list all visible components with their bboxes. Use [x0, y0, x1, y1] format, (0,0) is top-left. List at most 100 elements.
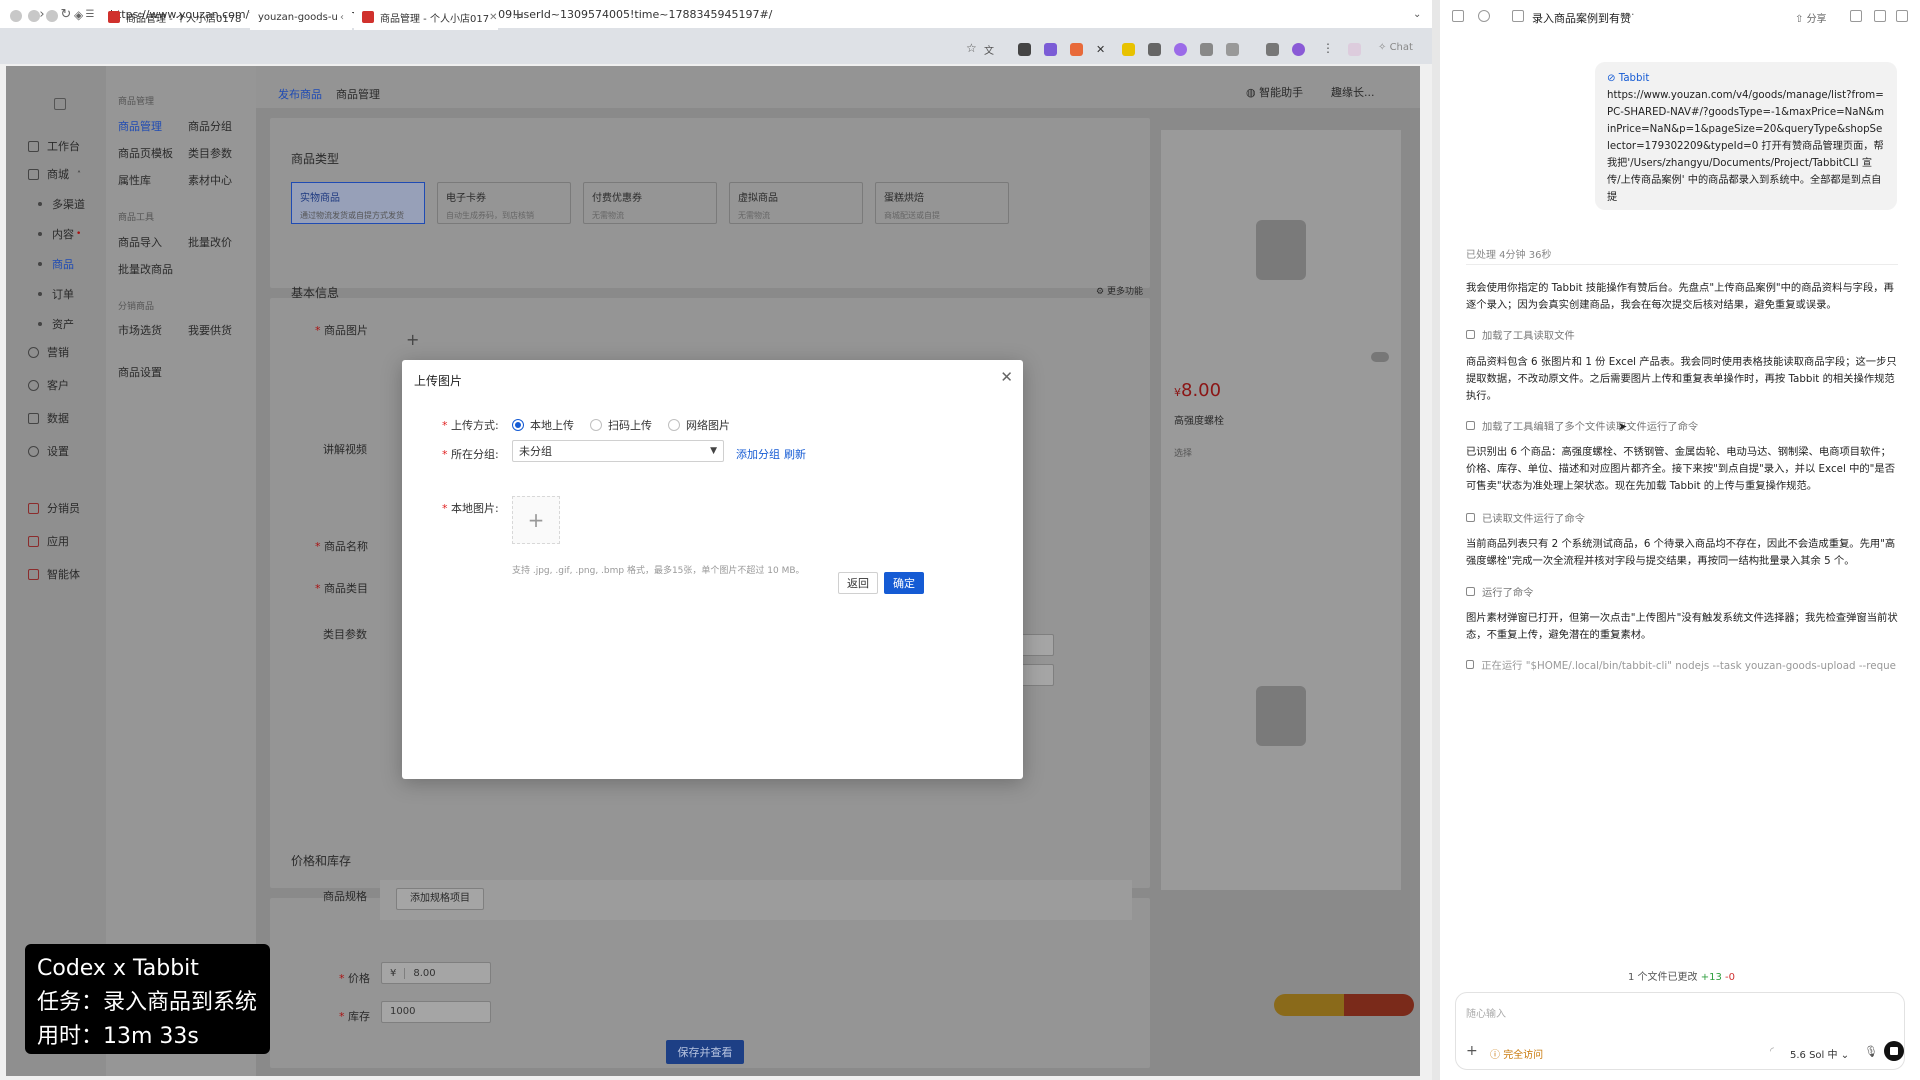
close-tab-icon[interactable]: ✕ [489, 12, 497, 23]
sidebar-item-channels[interactable]: 多渠道 [38, 196, 85, 212]
menu-page-templates[interactable]: 商品页模板 [118, 145, 173, 161]
sidebar-toggle-icon[interactable] [1452, 10, 1464, 22]
attach-plus-icon[interactable]: + [1466, 1043, 1478, 1059]
sidebar-item-apps[interactable]: 应用 [28, 533, 69, 549]
new-chat-icon[interactable] [1478, 10, 1490, 22]
new-tab-icon[interactable]: + [512, 7, 524, 23]
tab-publish-goods[interactable]: 发布商品 [278, 86, 322, 102]
menu-import[interactable]: 商品导入 [118, 234, 162, 250]
zoom-window-button[interactable] [46, 10, 58, 22]
preview-toggle[interactable] [1371, 352, 1389, 362]
tab-search-chevron-icon[interactable]: ⌄ [1413, 9, 1421, 20]
menu-more-icon[interactable]: ⋮ [1322, 41, 1334, 55]
field-label-category: 商品类目 [315, 580, 368, 596]
sidebar-item-settings[interactable]: 设置 [28, 443, 69, 459]
radio-local-upload[interactable]: 本地上传 [512, 417, 574, 433]
chat-button[interactable]: ✧ Chat [1378, 42, 1413, 53]
add-spec-button[interactable]: 添加规格项目 [396, 888, 484, 910]
sidebar-item-goods[interactable]: 商品 [38, 256, 74, 272]
price-input[interactable]: ¥ 8.00 [381, 962, 491, 984]
sidebar-item-content[interactable]: 内容 • [38, 226, 81, 242]
tool-step[interactable]: 已读取文件运行了命令 [1466, 510, 1585, 525]
sidebar-item-assets[interactable]: 资产 [38, 316, 74, 332]
type-option-ecard[interactable]: 电子卡券 自动生成券码，到店核销 [437, 182, 571, 224]
menu-attributes[interactable]: 属性库 [118, 172, 151, 188]
type-option-coupon[interactable]: 付费优惠券 无需物流 [583, 182, 717, 224]
group-select[interactable]: 未分组 ▼ [512, 440, 724, 462]
sidebar-label: 资产 [52, 318, 74, 331]
sidebar-item-marketing[interactable]: 营销 [28, 344, 69, 360]
menu-bulk-edit[interactable]: 批量改商品 [118, 261, 173, 277]
share-button[interactable]: ⇧ 分享 [1795, 10, 1827, 25]
extension-x-icon[interactable]: ✕ [1096, 43, 1109, 56]
menu-supply[interactable]: 我要供货 [188, 322, 232, 338]
translate-icon[interactable]: 文 [984, 42, 994, 57]
minimize-window-button[interactable] [28, 10, 40, 22]
radio-web-image[interactable]: 网络图片 [668, 417, 730, 433]
menu-market-select[interactable]: 市场选货 [118, 322, 162, 338]
files-changed[interactable]: 1 个文件已更改 +13 -0 [1628, 968, 1735, 983]
type-option-cake[interactable]: 蛋糕烘焙 商城配送或自提 [875, 182, 1009, 224]
menu-goods-groups[interactable]: 商品分组 [188, 118, 232, 134]
extension-r-icon[interactable] [1122, 43, 1135, 56]
menu-goods-settings[interactable]: 商品设置 [118, 364, 162, 380]
menu-category-params[interactable]: 类目参数 [188, 145, 232, 161]
sidebar-item-data[interactable]: 数据 [28, 410, 69, 426]
sidebar-item-customers[interactable]: 客户 [28, 377, 69, 393]
tool-step-running[interactable]: 正在运行 "$HOME/.local/bin/tabbit-cli" nodej… [1466, 657, 1896, 672]
extension-2-icon[interactable] [1044, 43, 1057, 56]
window-icon[interactable] [1874, 10, 1886, 22]
tab-youzan-goods-upload[interactable]: youzan-goods-u ‹ [250, 4, 352, 30]
tab-goods-manage-2[interactable]: 商品管理 - 个人小店017 ✕ [354, 4, 498, 30]
close-icon[interactable]: ✕ [1000, 368, 1013, 386]
menu-bulk-price[interactable]: 批量改价 [188, 234, 232, 250]
back-button[interactable]: 返回 [838, 572, 878, 594]
model-selector[interactable]: 5.6 Sol 中 ⌄ [1790, 1046, 1849, 1061]
stop-button[interactable] [1884, 1041, 1904, 1061]
chat-input[interactable]: 随心输入 [1466, 1005, 1506, 1020]
diff-icon[interactable] [1850, 10, 1862, 22]
radio-scan-upload[interactable]: 扫码上传 [590, 417, 652, 433]
assistant-button[interactable]: ◍ 智能助手 [1246, 84, 1303, 100]
type-option-physical[interactable]: 实物商品 通过物流发货或自提方式发货 [291, 182, 425, 224]
add-image-button[interactable]: + [512, 496, 560, 544]
expand-icon[interactable] [1896, 10, 1908, 22]
microphone-icon[interactable]: 🎙 [1864, 1045, 1878, 1058]
add-image-plus-icon[interactable]: + [406, 330, 419, 349]
more-options-icon[interactable]: ··· [1624, 8, 1635, 21]
extension-8-icon[interactable] [1200, 43, 1213, 56]
extensions-puzzle-icon[interactable] [1226, 43, 1239, 56]
menu-goods-manage[interactable]: 商品管理 [118, 118, 162, 134]
type-option-virtual[interactable]: 虚拟商品 无需物流 [729, 182, 863, 224]
confirm-button[interactable]: 确定 [884, 572, 924, 594]
tab-goods-manage[interactable]: 商品管理 [336, 86, 380, 102]
tab-goods-manage-1[interactable]: 商品管理 - 个人小店0178821 [100, 4, 242, 30]
close-window-button[interactable] [10, 10, 22, 22]
panel-resize-handle[interactable] [1432, 0, 1440, 1080]
download-icon[interactable] [1266, 43, 1279, 56]
menu-materials[interactable]: 素材中心 [188, 172, 232, 188]
tool-step[interactable]: 运行了命令 [1466, 584, 1533, 599]
more-features-button[interactable]: ⚙ 更多功能 [1096, 284, 1143, 297]
extension-6-icon[interactable] [1148, 43, 1161, 56]
extension-7-icon[interactable] [1174, 43, 1187, 56]
sidebar-item-distributors[interactable]: 分销员 [28, 500, 80, 516]
tool-step[interactable]: 加载了工具编辑了多个文件读取文件运行了命令 [1466, 418, 1698, 433]
add-group-link[interactable]: 添加分组 [736, 446, 780, 462]
refresh-link[interactable]: 刷新 [784, 446, 806, 462]
assistant-bulb-icon[interactable] [1348, 43, 1361, 56]
user-menu[interactable]: 趣缘长... [1331, 84, 1375, 100]
extension-3-icon[interactable] [1070, 43, 1083, 56]
sidebar-item-mall[interactable]: 商城 ˄ [28, 166, 81, 182]
profile-avatar[interactable] [1292, 43, 1305, 56]
sidebar-item-agents[interactable]: 智能体 [28, 566, 80, 582]
save-and-view-button[interactable]: 保存并查看 [666, 1040, 744, 1064]
extension-1-icon[interactable] [1018, 43, 1031, 56]
sidebar-item-orders[interactable]: 订单 [38, 286, 74, 302]
tool-step[interactable]: 加载了工具读取文件 [1466, 327, 1575, 342]
sidebar-item-workbench[interactable]: 工作台 [28, 138, 80, 154]
bookmark-star-icon[interactable]: ☆ [966, 41, 977, 55]
tab-groups-icon[interactable]: ◈ [74, 8, 83, 22]
stock-input[interactable]: 1000 [381, 1001, 491, 1023]
access-mode-button[interactable]: ⓘ 完全访问 [1490, 1046, 1543, 1061]
